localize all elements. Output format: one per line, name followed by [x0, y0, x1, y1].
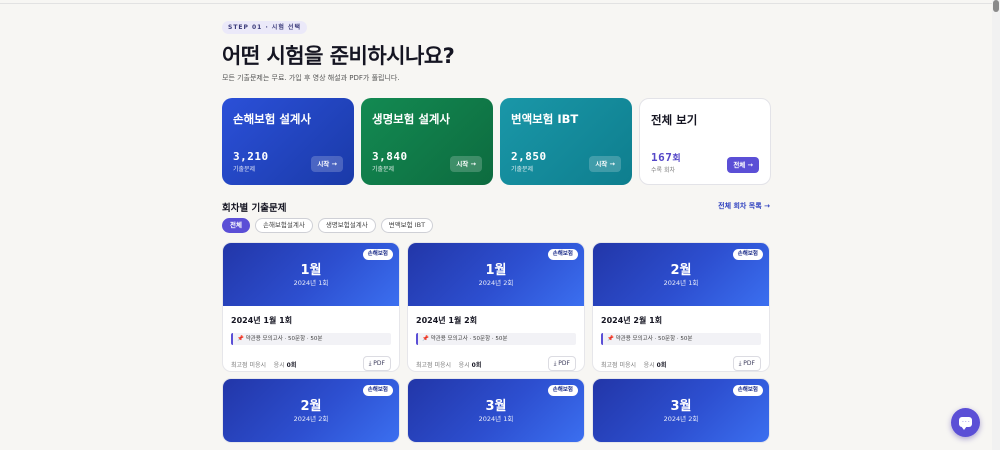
exam-note: 📌 약관용 모의고사 · 50문항 · 50분 [601, 333, 761, 345]
filter-chips: 전체 손해보험설계사 생명보험설계사 변액보험 IBT [222, 218, 434, 233]
start-button[interactable]: 시작 → [450, 156, 482, 172]
exam-month: 2월 [300, 399, 322, 414]
pushpin-icon: 📌 [607, 336, 614, 342]
page-title: 어떤 시험을 준비하시나요? [222, 44, 455, 68]
exam-card-hero: 손해보험 3월 2024년 1회 [408, 379, 584, 442]
exam-meta: 최고점 미응시 응시 0회 [231, 360, 296, 369]
category-count: 3,210 [233, 150, 269, 163]
tries-label: 응시 [643, 362, 655, 369]
category-count-label: 기출문제 [511, 166, 534, 173]
exam-round: 2024년 2회 [663, 415, 699, 423]
exam-card[interactable]: 손해보험 1월 2024년 2회 2024년 1월 2회 📌 약관용 모의고사 … [407, 242, 585, 372]
tries-count: 0회 [656, 362, 667, 369]
exam-round: 2024년 1회 [663, 279, 699, 287]
filter-chip-life[interactable]: 생명보험설계사 [317, 218, 376, 233]
exam-card-body: 2024년 2월 1회 📌 약관용 모의고사 · 50문항 · 50분 최고점 … [593, 306, 769, 371]
category-count: 2,850 [511, 150, 547, 163]
exam-month: 3월 [485, 399, 507, 414]
exam-note-text: 약관용 모의고사 · 50문항 · 50분 [245, 336, 323, 342]
exam-month: 2월 [670, 263, 692, 278]
exam-card[interactable]: 손해보험 2월 2024년 2회 [222, 378, 400, 443]
exam-card[interactable]: 손해보험 1월 2024년 1회 2024년 1월 1회 📌 약관용 모의고사 … [222, 242, 400, 372]
category-count: 167회 [651, 151, 681, 164]
exam-note-text: 약관용 모의고사 · 50문항 · 50분 [430, 336, 508, 342]
exam-card-hero: 손해보험 1월 2024년 2회 [408, 243, 584, 306]
scrollbar-thumb[interactable] [993, 0, 999, 12]
exam-card-hero: 손해보험 3월 2024년 2회 [593, 379, 769, 442]
exam-card-hero: 손해보험 1월 2024년 1회 [223, 243, 399, 306]
exam-meta: 최고점 미응시 응시 0회 [416, 360, 481, 369]
pdf-label: PDF [373, 360, 385, 367]
exam-note-text: 약관용 모의고사 · 50문항 · 50분 [615, 336, 693, 342]
exam-card[interactable]: 손해보험 3월 2024년 1회 [407, 378, 585, 443]
best-score: 최고점 미응시 [416, 362, 452, 369]
exam-card[interactable]: 손해보험 3월 2024년 2회 [592, 378, 770, 443]
category-card-life[interactable]: 생명보험 설계사 3,840 기출문제 시작 → [361, 98, 493, 185]
filter-chip-nonlife[interactable]: 손해보험설계사 [254, 218, 313, 233]
category-card-all[interactable]: 전체 보기 167회 수록 회차 전체 → [639, 98, 771, 185]
exam-month: 1월 [485, 263, 507, 278]
exam-meta: 최고점 미응시 응시 0회 [601, 360, 666, 369]
exam-note: 📌 약관용 모의고사 · 50문항 · 50분 [231, 333, 391, 345]
exam-card-body: 2024년 1월 1회 📌 약관용 모의고사 · 50문항 · 50분 최고점 … [223, 306, 399, 371]
chat-dots: ··· [962, 419, 971, 426]
pushpin-icon: 📌 [422, 336, 429, 342]
exam-title: 2024년 2월 1회 [601, 316, 663, 325]
pdf-download-button[interactable]: ⤓ PDF [362, 356, 391, 371]
best-score: 최고점 미응시 [231, 362, 267, 369]
pdf-label: PDF [558, 360, 570, 367]
tries-label: 응시 [458, 362, 470, 369]
exam-card[interactable]: 손해보험 2월 2024년 1회 2024년 2월 1회 📌 약관용 모의고사 … [592, 242, 770, 372]
download-icon: ⤓ [368, 360, 372, 367]
category-count-label: 기출문제 [233, 166, 256, 173]
view-all-button[interactable]: 전체 → [727, 157, 759, 173]
scrollbar[interactable] [992, 0, 1000, 450]
exam-note: 📌 약관용 모의고사 · 50문항 · 50분 [416, 333, 576, 345]
download-icon: ⤓ [738, 360, 742, 367]
start-button[interactable]: 시작 → [311, 156, 343, 172]
exam-round: 2024년 2회 [478, 279, 514, 287]
category-name: 전체 보기 [651, 113, 698, 127]
exam-title: 2024년 1월 1회 [231, 316, 293, 325]
category-card-variable[interactable]: 변액보험 IBT 2,850 기출문제 시작 → [500, 98, 632, 185]
count-value: 167 [651, 151, 673, 164]
top-divider [0, 3, 992, 4]
exam-card-hero: 손해보험 2월 2024년 2회 [223, 379, 399, 442]
pdf-download-button[interactable]: ⤓ PDF [547, 356, 576, 371]
start-button[interactable]: 시작 → [589, 156, 621, 172]
tries-count: 0회 [471, 362, 482, 369]
tries-count: 0회 [286, 362, 297, 369]
category-name: 손해보험 설계사 [233, 112, 312, 126]
exam-month: 3월 [670, 399, 692, 414]
category-name: 생명보험 설계사 [372, 112, 451, 126]
all-rounds-link[interactable]: 전체 회차 목록 → [718, 201, 770, 211]
category-card-nonlife[interactable]: 손해보험 설계사 3,210 기출문제 시작 → [222, 98, 354, 185]
exam-round: 2024년 2회 [293, 415, 329, 423]
category-count-label: 수록 회차 [651, 167, 675, 174]
category-count-label: 기출문제 [372, 166, 395, 173]
download-icon: ⤓ [553, 360, 557, 367]
pdf-download-button[interactable]: ⤓ PDF [732, 356, 761, 371]
pushpin-icon: 📌 [237, 336, 244, 342]
filter-chip-variable[interactable]: 변액보험 IBT [380, 218, 434, 233]
chat-button[interactable]: ··· [951, 408, 980, 437]
exam-round: 2024년 1회 [478, 415, 514, 423]
step-badge: STEP 01 · 시험 선택 [222, 21, 307, 34]
exam-card-body: 2024년 1월 2회 📌 약관용 모의고사 · 50문항 · 50분 최고점 … [408, 306, 584, 371]
category-name: 변액보험 IBT [511, 112, 579, 126]
page-subtitle: 모든 기출문제는 무료. 가입 후 영상 해설과 PDF가 풀립니다. [222, 74, 400, 82]
filter-chip-all[interactable]: 전체 [222, 218, 250, 233]
exam-card-hero: 손해보험 2월 2024년 1회 [593, 243, 769, 306]
exam-month: 1월 [300, 263, 322, 278]
count-unit: 회 [672, 154, 682, 164]
category-count: 3,840 [372, 150, 408, 163]
pdf-label: PDF [743, 360, 755, 367]
section-title: 회차별 기출문제 [222, 203, 287, 214]
exam-title: 2024년 1월 2회 [416, 316, 478, 325]
tries-label: 응시 [273, 362, 285, 369]
exam-round: 2024년 1회 [293, 279, 329, 287]
best-score: 최고점 미응시 [601, 362, 637, 369]
